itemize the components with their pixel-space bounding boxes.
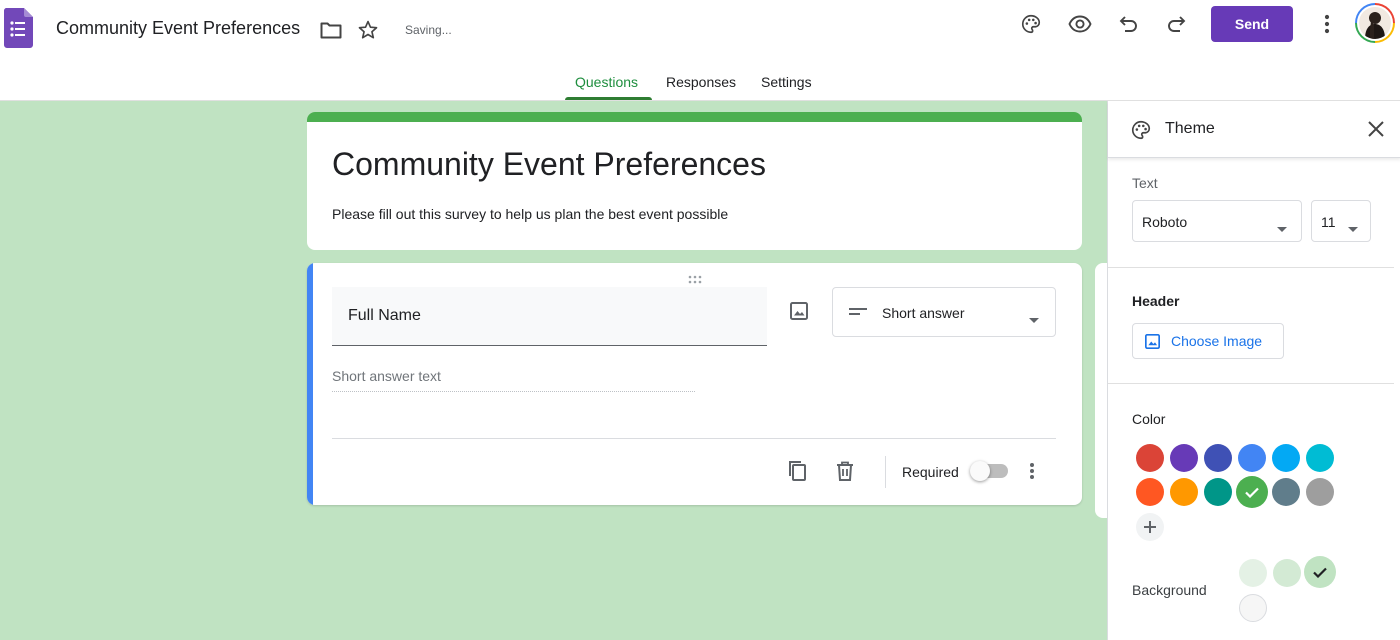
- chevron-down-icon: [1277, 219, 1287, 237]
- saving-status: Saving...: [405, 23, 452, 37]
- color-section-label: Color: [1132, 411, 1166, 427]
- question-type-dropdown[interactable]: Short answer: [832, 287, 1056, 337]
- image-icon[interactable]: [787, 299, 811, 323]
- star-icon[interactable]: [355, 17, 381, 43]
- short-answer-icon: [849, 305, 867, 323]
- font-size-select[interactable]: 11: [1311, 200, 1371, 242]
- color-swatch[interactable]: [1170, 478, 1198, 506]
- more-vert-icon[interactable]: [1020, 458, 1044, 484]
- font-size-value: 11: [1321, 214, 1336, 230]
- form-title[interactable]: Community Event Preferences: [332, 146, 766, 183]
- palette-icon: [1129, 118, 1153, 142]
- choose-image-button[interactable]: Choose Image: [1132, 323, 1284, 359]
- tab-responses[interactable]: Responses: [666, 74, 736, 90]
- send-button[interactable]: Send: [1211, 6, 1293, 42]
- delete-icon[interactable]: [832, 458, 858, 484]
- tab-questions[interactable]: Questions: [575, 74, 638, 90]
- form-tabs: Questions Responses Settings: [0, 60, 1400, 100]
- document-title[interactable]: Community Event Preferences: [56, 18, 300, 39]
- section-divider: [1108, 267, 1394, 268]
- question-footer-divider: [332, 438, 1056, 439]
- folder-icon[interactable]: [318, 18, 344, 42]
- question-title-input[interactable]: Full Name: [332, 287, 767, 346]
- preview-eye-icon[interactable]: [1066, 11, 1094, 37]
- check-icon: [1245, 487, 1259, 498]
- font-family-select[interactable]: Roboto: [1132, 200, 1302, 242]
- footer-separator: [885, 456, 886, 488]
- theme-panel: Theme Text Roboto 11 Header Choose Image…: [1107, 101, 1400, 640]
- add-custom-color-button[interactable]: [1136, 513, 1164, 541]
- add-icon: [1144, 521, 1156, 533]
- color-swatch[interactable]: [1306, 444, 1334, 472]
- duplicate-icon[interactable]: [784, 458, 810, 484]
- forms-logo-icon[interactable]: [3, 8, 34, 48]
- background-swatch[interactable]: [1273, 559, 1301, 587]
- palette-icon[interactable]: [1018, 11, 1044, 37]
- question-type-label: Short answer: [882, 305, 965, 321]
- color-swatch[interactable]: [1136, 444, 1164, 472]
- chevron-down-icon: [1348, 219, 1358, 237]
- more-vert-icon[interactable]: [1315, 11, 1339, 37]
- toggle-knob: [970, 461, 990, 481]
- theme-panel-header: Theme: [1108, 101, 1400, 158]
- question-title-text: Full Name: [348, 307, 421, 324]
- color-swatch[interactable]: [1306, 478, 1334, 506]
- background-section-label: Background: [1132, 582, 1207, 598]
- background-swatch[interactable]: [1304, 556, 1336, 588]
- color-swatch[interactable]: [1170, 444, 1198, 472]
- required-toggle[interactable]: [970, 461, 1008, 481]
- form-description[interactable]: Please fill out this survey to help us p…: [332, 206, 728, 222]
- active-question-accent: [307, 263, 313, 505]
- question-card[interactable]: Full Name Short answer Short answer text…: [307, 263, 1082, 505]
- undo-icon[interactable]: [1116, 11, 1142, 37]
- color-swatch[interactable]: [1204, 444, 1232, 472]
- section-divider: [1108, 383, 1394, 384]
- redo-icon[interactable]: [1163, 11, 1189, 37]
- check-icon: [1313, 567, 1327, 578]
- active-tab-indicator: [565, 97, 652, 100]
- font-family-value: Roboto: [1142, 214, 1188, 230]
- required-label: Required: [902, 464, 959, 480]
- title-card-accent: [307, 112, 1082, 122]
- color-swatch[interactable]: [1204, 478, 1232, 506]
- image-icon: [1145, 334, 1160, 349]
- tab-settings[interactable]: Settings: [761, 74, 812, 90]
- short-answer-placeholder: Short answer text: [332, 368, 695, 392]
- choose-image-label: Choose Image: [1171, 333, 1263, 349]
- color-swatch[interactable]: [1272, 478, 1300, 506]
- chevron-down-icon: [1029, 310, 1039, 328]
- header-section-label: Header: [1132, 293, 1180, 309]
- close-icon[interactable]: [1364, 117, 1388, 141]
- background-swatch[interactable]: [1239, 594, 1267, 622]
- text-section-label: Text: [1132, 175, 1158, 191]
- color-swatch[interactable]: [1136, 478, 1164, 506]
- color-swatch[interactable]: [1236, 476, 1268, 508]
- avatar[interactable]: [1355, 3, 1395, 43]
- color-swatch[interactable]: [1238, 444, 1266, 472]
- background-swatch[interactable]: [1239, 559, 1267, 587]
- form-title-card[interactable]: Community Event Preferences Please fill …: [307, 112, 1082, 250]
- theme-panel-title: Theme: [1165, 120, 1215, 137]
- color-swatch[interactable]: [1272, 444, 1300, 472]
